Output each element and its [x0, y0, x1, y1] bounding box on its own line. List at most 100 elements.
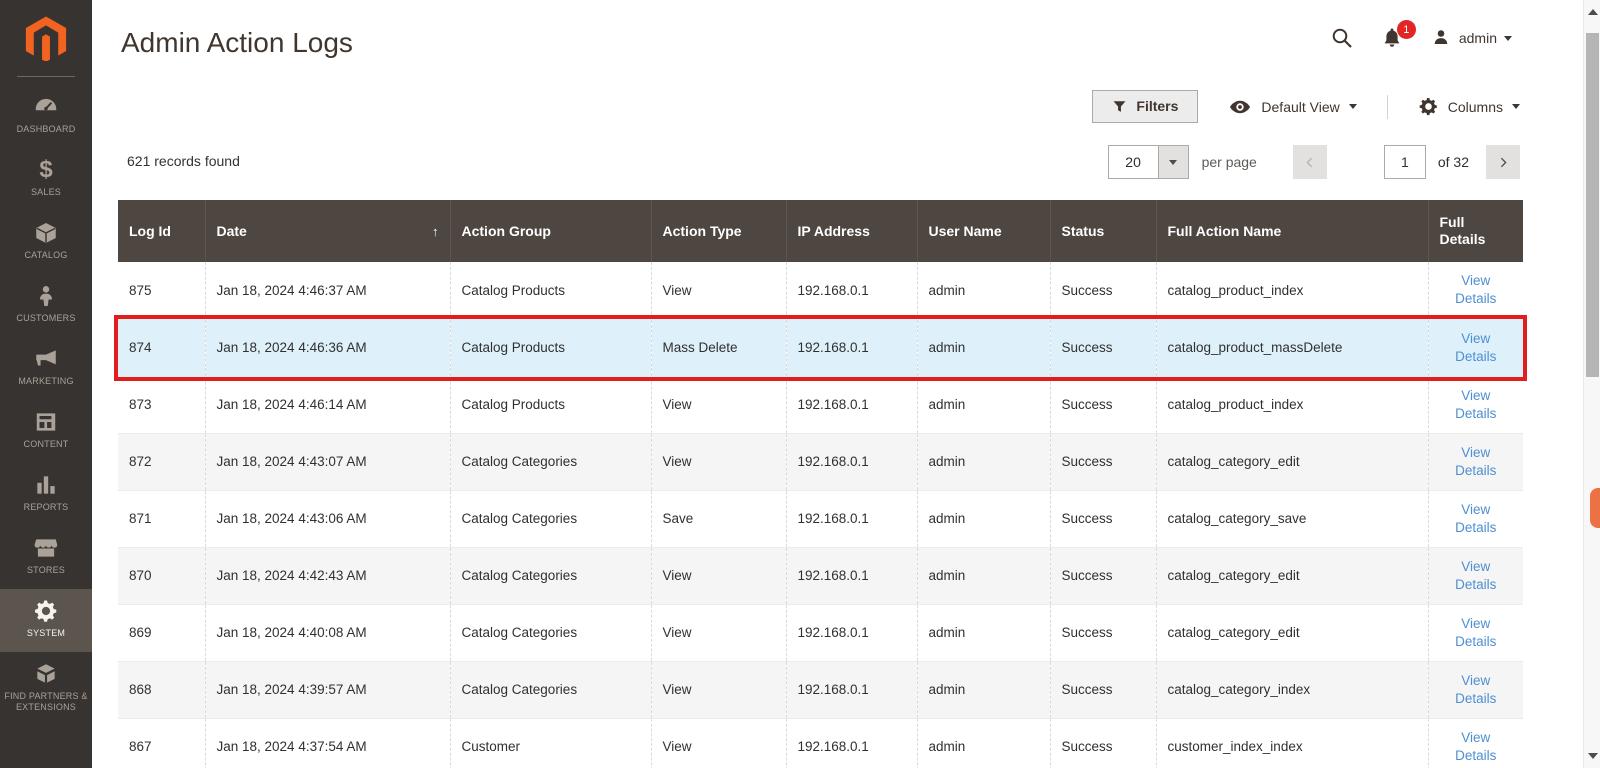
sidebar-item-dashboard[interactable]: DASHBOARD: [0, 85, 92, 148]
cell-action-type: View: [650, 262, 786, 320]
cell-full-details: View Details: [1427, 718, 1523, 768]
sidebar-item-label: CONTENT: [23, 439, 69, 449]
table-row-871: 871 Jan 18, 2024 4:43:06 AM Catalog Catego…: [118, 490, 1523, 548]
cell-date: Jan 18, 2024 4:46:14 AM: [204, 376, 450, 434]
vertical-scrollbar[interactable]: [1583, 0, 1600, 768]
search-icon[interactable]: [1330, 26, 1354, 50]
cell-action-type: View: [650, 661, 786, 719]
cell-action-group: Catalog Categories: [449, 433, 651, 491]
cell-ip-address: 192.168.0.1: [785, 376, 917, 434]
view-details-link[interactable]: View Details: [1440, 672, 1513, 708]
user-menu[interactable]: admin: [1430, 27, 1512, 49]
cell-action-group: Customer: [449, 718, 651, 768]
cell-full-action-name: catalog_category_index: [1155, 661, 1428, 719]
grid-body: 875 Jan 18, 2024 4:46:37 AM Catalog Produc…: [118, 262, 1523, 768]
scrollbar-thumb[interactable]: [1586, 33, 1599, 377]
view-details-link[interactable]: View Details: [1440, 615, 1513, 651]
next-page-button[interactable]: [1486, 145, 1520, 179]
content-icon: [3, 409, 89, 437]
columns-control[interactable]: Columns: [1418, 96, 1520, 117]
sidebar-item-catalog[interactable]: CATALOG: [0, 211, 92, 274]
cell-ip-address: 192.168.0.1: [785, 490, 917, 548]
cell-status: Success: [1049, 547, 1156, 605]
cell-status: Success: [1049, 262, 1156, 320]
notification-badge: 1: [1396, 20, 1416, 39]
cell-date: Jan 18, 2024 4:46:36 AM: [204, 319, 450, 377]
sidebar-item-label: CATALOG: [24, 250, 68, 260]
chevron-down-icon: [1348, 104, 1357, 109]
cell-full-details: View Details: [1427, 547, 1523, 605]
table-row-869: 869 Jan 18, 2024 4:40:08 AM Catalog Catego…: [118, 604, 1523, 662]
sidebar-item-content[interactable]: CONTENT: [0, 400, 92, 463]
sidebar-item-stores[interactable]: STORES: [0, 526, 92, 589]
cell-log-id: 868: [118, 661, 205, 719]
sidebar-item-sales[interactable]: $ SALES: [0, 148, 92, 211]
sidebar-item-label: STORES: [26, 565, 66, 575]
cell-log-id: 871: [118, 490, 205, 548]
page-title: Admin Action Logs: [121, 27, 353, 58]
column-header-log-id[interactable]: Log Id: [118, 200, 205, 262]
user-name-label: admin: [1458, 30, 1497, 46]
chevron-down-icon[interactable]: [1157, 146, 1188, 178]
column-header-status[interactable]: Status: [1049, 200, 1156, 262]
cell-full-details: View Details: [1427, 433, 1523, 491]
cell-user-name: admin: [916, 604, 1050, 662]
column-header-action-group[interactable]: Action Group: [449, 200, 651, 262]
scroll-up-icon[interactable]: [1588, 9, 1598, 15]
cell-ip-address: 192.168.0.1: [785, 661, 917, 719]
view-details-link[interactable]: View Details: [1440, 272, 1513, 308]
cell-status: Success: [1049, 661, 1156, 719]
view-details-link[interactable]: View Details: [1440, 330, 1513, 366]
sidebar-item-system[interactable]: SYSTEM: [0, 589, 92, 652]
sidebar-item-label: REPORTS: [23, 502, 69, 512]
view-details-link[interactable]: View Details: [1440, 387, 1513, 423]
cell-action-type: Mass Delete: [650, 319, 786, 377]
cell-status: Success: [1049, 490, 1156, 548]
column-header-full-details[interactable]: Full Details: [1427, 200, 1523, 262]
floating-widget-button[interactable]: [1590, 488, 1600, 528]
cell-status: Success: [1049, 604, 1156, 662]
sidebar-item-reports[interactable]: REPORTS: [0, 463, 92, 526]
sidebar-item-marketing[interactable]: MARKETING: [0, 337, 92, 400]
view-details-link[interactable]: View Details: [1440, 444, 1513, 480]
scroll-down-icon[interactable]: [1588, 753, 1598, 759]
cell-user-name: admin: [916, 718, 1050, 768]
page-total-label: of 32: [1437, 154, 1469, 170]
column-header-date[interactable]: Date ↑: [204, 200, 450, 262]
page-number-input[interactable]: [1383, 145, 1426, 179]
per-page-select[interactable]: 20: [1107, 145, 1189, 179]
cell-log-id: 867: [118, 718, 205, 768]
cell-full-action-name: catalog_category_save: [1155, 490, 1428, 548]
view-selector[interactable]: Default View: [1228, 95, 1357, 119]
column-header-action-type[interactable]: Action Type: [650, 200, 786, 262]
column-header-ip-address[interactable]: IP Address: [785, 200, 917, 262]
column-header-full-action-name[interactable]: Full Action Name: [1155, 200, 1428, 262]
cell-full-action-name: customer_index_index: [1155, 718, 1428, 768]
marketing-icon: [3, 346, 89, 374]
sidebar-item-find-partners-extensions[interactable]: FIND PARTNERS & EXTENSIONS: [0, 652, 92, 721]
notifications-button[interactable]: 1: [1380, 20, 1416, 50]
filters-button[interactable]: Filters: [1092, 90, 1199, 123]
view-details-link[interactable]: View Details: [1440, 729, 1513, 765]
sidebar-item-label: SYSTEM: [26, 628, 66, 638]
cell-ip-address: 192.168.0.1: [785, 262, 917, 320]
system-icon: [3, 598, 89, 626]
cell-log-id: 869: [118, 604, 205, 662]
cell-date: Jan 18, 2024 4:46:37 AM: [204, 262, 450, 320]
table-row-873: 873 Jan 18, 2024 4:46:14 AM Catalog Produc…: [118, 376, 1523, 434]
magento-logo-icon[interactable]: [0, 0, 92, 76]
view-details-link[interactable]: View Details: [1440, 558, 1513, 594]
cell-full-details: View Details: [1427, 604, 1523, 662]
sidebar-menu: DASHBOARD $ SALES CATALOG CUSTOMERS MARKETING…: [0, 85, 92, 721]
prev-page-button[interactable]: [1292, 145, 1327, 179]
cell-status: Success: [1049, 319, 1156, 377]
cell-full-action-name: catalog_product_index: [1155, 376, 1428, 434]
column-header-user-name[interactable]: User Name: [916, 200, 1050, 262]
cell-log-id: 873: [118, 376, 205, 434]
chevron-down-icon: [1512, 104, 1520, 109]
cell-action-group: Catalog Categories: [449, 490, 651, 548]
view-details-link[interactable]: View Details: [1440, 501, 1513, 537]
cell-action-group: Catalog Products: [449, 262, 651, 320]
sidebar-item-customers[interactable]: CUSTOMERS: [0, 274, 92, 337]
customers-icon: [3, 283, 89, 311]
